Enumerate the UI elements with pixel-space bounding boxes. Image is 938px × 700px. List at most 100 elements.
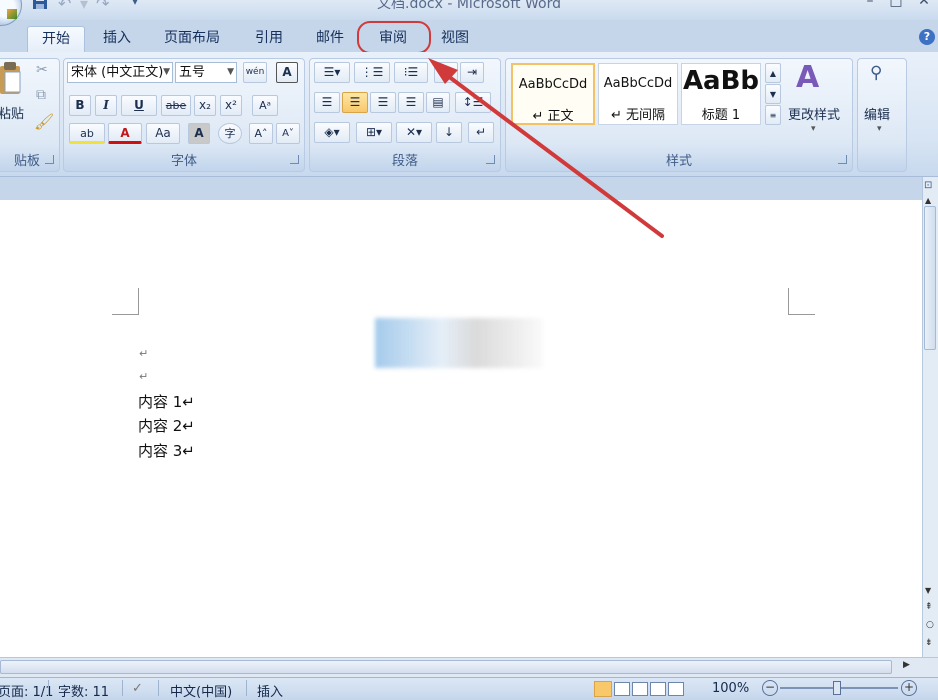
zoom-in-icon[interactable]: + bbox=[901, 680, 917, 696]
font-launcher-icon[interactable] bbox=[290, 155, 299, 164]
borders-icon[interactable]: ⊞▾ bbox=[356, 122, 392, 143]
styles-scroll-down-icon[interactable]: ▼ bbox=[765, 84, 781, 104]
tab-page-layout[interactable]: 页面布局 bbox=[154, 26, 230, 52]
styles-more-icon[interactable]: ≡ bbox=[765, 105, 781, 125]
editing-button[interactable]: 编辑 bbox=[864, 104, 890, 123]
word-count[interactable]: 字数: 11 bbox=[58, 681, 109, 700]
highlight-button[interactable]: ab bbox=[69, 123, 105, 144]
font-size-combo[interactable]: 五号 ▼ bbox=[175, 62, 237, 83]
decrease-indent-icon[interactable]: ⇤ bbox=[434, 62, 458, 83]
font-color-button[interactable]: A bbox=[108, 123, 142, 144]
align-right-icon[interactable]: ☰ bbox=[370, 92, 396, 113]
next-page-icon[interactable]: ⇟ bbox=[925, 638, 933, 648]
page-indicator[interactable]: 页面: 1/1 bbox=[0, 681, 53, 700]
underline-button[interactable]: U bbox=[121, 95, 157, 116]
scroll-down-icon[interactable]: ▼ bbox=[925, 586, 931, 595]
shading-icon[interactable]: ◈▾ bbox=[314, 122, 350, 143]
show-marks-icon[interactable]: ↵ bbox=[468, 122, 494, 143]
previous-page-icon[interactable]: ⇞ bbox=[925, 602, 933, 612]
character-border-button[interactable]: A bbox=[276, 62, 298, 83]
numbering-icon[interactable]: ⋮☰ bbox=[354, 62, 390, 83]
enclose-characters-button[interactable]: 字 bbox=[218, 123, 242, 144]
tab-view[interactable]: 视图 bbox=[432, 26, 478, 52]
sort-icon[interactable]: ↓ bbox=[436, 122, 462, 143]
paragraph-mark: ↵ bbox=[139, 370, 149, 383]
maximize-button[interactable]: □ bbox=[886, 0, 906, 9]
italic-button[interactable]: I bbox=[95, 95, 117, 116]
paragraph-launcher-icon[interactable] bbox=[486, 155, 495, 164]
distributed-icon[interactable]: ▤ bbox=[426, 92, 450, 113]
tab-insert[interactable]: 插入 bbox=[94, 26, 140, 52]
zoom-level[interactable]: 100% bbox=[712, 681, 749, 696]
help-icon[interactable]: ? bbox=[919, 29, 935, 45]
clear-formatting-button[interactable]: Aᵃ bbox=[252, 95, 278, 116]
insert-mode-indicator[interactable]: 插入 bbox=[257, 681, 283, 700]
scroll-up-icon[interactable]: ▲ bbox=[925, 196, 931, 205]
phonetic-guide-button[interactable]: wén bbox=[243, 62, 267, 83]
style-sample: AaBbCcDd bbox=[603, 76, 673, 91]
subscript-button[interactable]: x₂ bbox=[194, 95, 216, 116]
justify-icon[interactable]: ☰ bbox=[398, 92, 424, 113]
multilevel-list-icon[interactable]: ⁝☰ bbox=[394, 62, 428, 83]
vertical-scroll-thumb[interactable] bbox=[924, 206, 936, 350]
style-name: ↵ 正文 bbox=[532, 109, 574, 124]
scroll-right-icon[interactable]: ▶ bbox=[903, 660, 910, 670]
change-styles-dropdown-icon[interactable]: ▾ bbox=[811, 124, 816, 134]
binoculars-icon[interactable]: ⚲ bbox=[870, 63, 882, 83]
grow-font-button[interactable]: A˄ bbox=[249, 123, 273, 144]
outline-view-icon[interactable] bbox=[650, 682, 666, 696]
language-indicator[interactable]: 中文(中国) bbox=[170, 681, 232, 700]
strikethrough-button[interactable]: abe bbox=[161, 95, 191, 116]
browse-object-icon[interactable]: ○ bbox=[926, 620, 934, 630]
change-styles-icon[interactable]: A bbox=[796, 60, 819, 95]
font-name-dropdown-icon[interactable]: ▼ bbox=[163, 63, 170, 82]
format-painter-icon[interactable]: 🖌 bbox=[34, 112, 54, 131]
close-button[interactable]: ✕ bbox=[914, 0, 934, 9]
web-layout-icon[interactable] bbox=[632, 682, 648, 696]
styles-scroll-up-icon[interactable]: ▲ bbox=[765, 63, 781, 83]
styles-launcher-icon[interactable] bbox=[838, 155, 847, 164]
status-divider bbox=[246, 680, 247, 696]
font-size-dropdown-icon[interactable]: ▼ bbox=[227, 63, 234, 82]
shrink-font-button[interactable]: A˅ bbox=[276, 123, 300, 144]
ruler-toggle-icon[interactable]: ⊡ bbox=[924, 180, 932, 191]
paste-icon[interactable] bbox=[0, 62, 22, 100]
editing-dropdown-icon[interactable]: ▾ bbox=[877, 124, 882, 134]
zoom-slider-thumb[interactable] bbox=[833, 681, 841, 695]
character-shading-button[interactable]: A bbox=[188, 123, 210, 144]
proofing-icon[interactable]: ✓ bbox=[132, 681, 143, 696]
document-line: 内容 3↵ bbox=[138, 442, 195, 460]
change-styles-button[interactable]: 更改样式 bbox=[788, 104, 840, 123]
paragraph-group-label: 段落 bbox=[391, 154, 418, 169]
superscript-button[interactable]: x² bbox=[220, 95, 242, 116]
zoom-out-icon[interactable]: − bbox=[762, 680, 778, 696]
style-heading1-card[interactable]: AaBb 标题 1 bbox=[681, 63, 761, 125]
bullets-icon[interactable]: ☰▾ bbox=[314, 62, 350, 83]
minimize-button[interactable]: – bbox=[860, 0, 880, 9]
cut-icon[interactable]: ✂ bbox=[36, 62, 48, 78]
style-no-spacing-card[interactable]: AaBbCcDd ↵ 无间隔 bbox=[598, 63, 678, 125]
align-left-icon[interactable]: ☰ bbox=[314, 92, 340, 113]
tab-references[interactable]: 引用 bbox=[246, 26, 292, 52]
full-screen-reading-icon[interactable] bbox=[614, 682, 630, 696]
clipboard-launcher-icon[interactable] bbox=[45, 155, 54, 164]
tab-mailings[interactable]: 邮件 bbox=[306, 26, 354, 52]
change-case-button[interactable]: Aa bbox=[146, 123, 180, 144]
tab-home[interactable]: 开始 bbox=[27, 26, 85, 53]
style-normal-card[interactable]: AaBbCcDd ↵ 正文 bbox=[511, 63, 595, 125]
window-title: 文档.docx - Microsoft Word bbox=[377, 0, 561, 12]
font-size-value: 五号 bbox=[179, 65, 206, 80]
font-name-combo[interactable]: 宋体 (中文正文) ▼ bbox=[67, 62, 173, 83]
align-center-icon[interactable]: ☰ bbox=[342, 92, 368, 113]
draft-view-icon[interactable] bbox=[668, 682, 684, 696]
bold-button[interactable]: B bbox=[69, 95, 91, 116]
paste-button-label[interactable]: 粘贴 bbox=[0, 103, 24, 122]
print-layout-icon[interactable] bbox=[594, 681, 612, 697]
style-sample: AaBb bbox=[682, 66, 760, 96]
horizontal-scroll-thumb[interactable] bbox=[0, 660, 892, 674]
ruler-area bbox=[0, 177, 922, 199]
copy-icon[interactable]: ⧉ bbox=[36, 87, 46, 103]
chinese-layout-icon[interactable]: ✕▾ bbox=[396, 122, 432, 143]
increase-indent-icon[interactable]: ⇥ bbox=[460, 62, 484, 83]
line-spacing-icon[interactable]: ↕☰ bbox=[455, 92, 491, 113]
